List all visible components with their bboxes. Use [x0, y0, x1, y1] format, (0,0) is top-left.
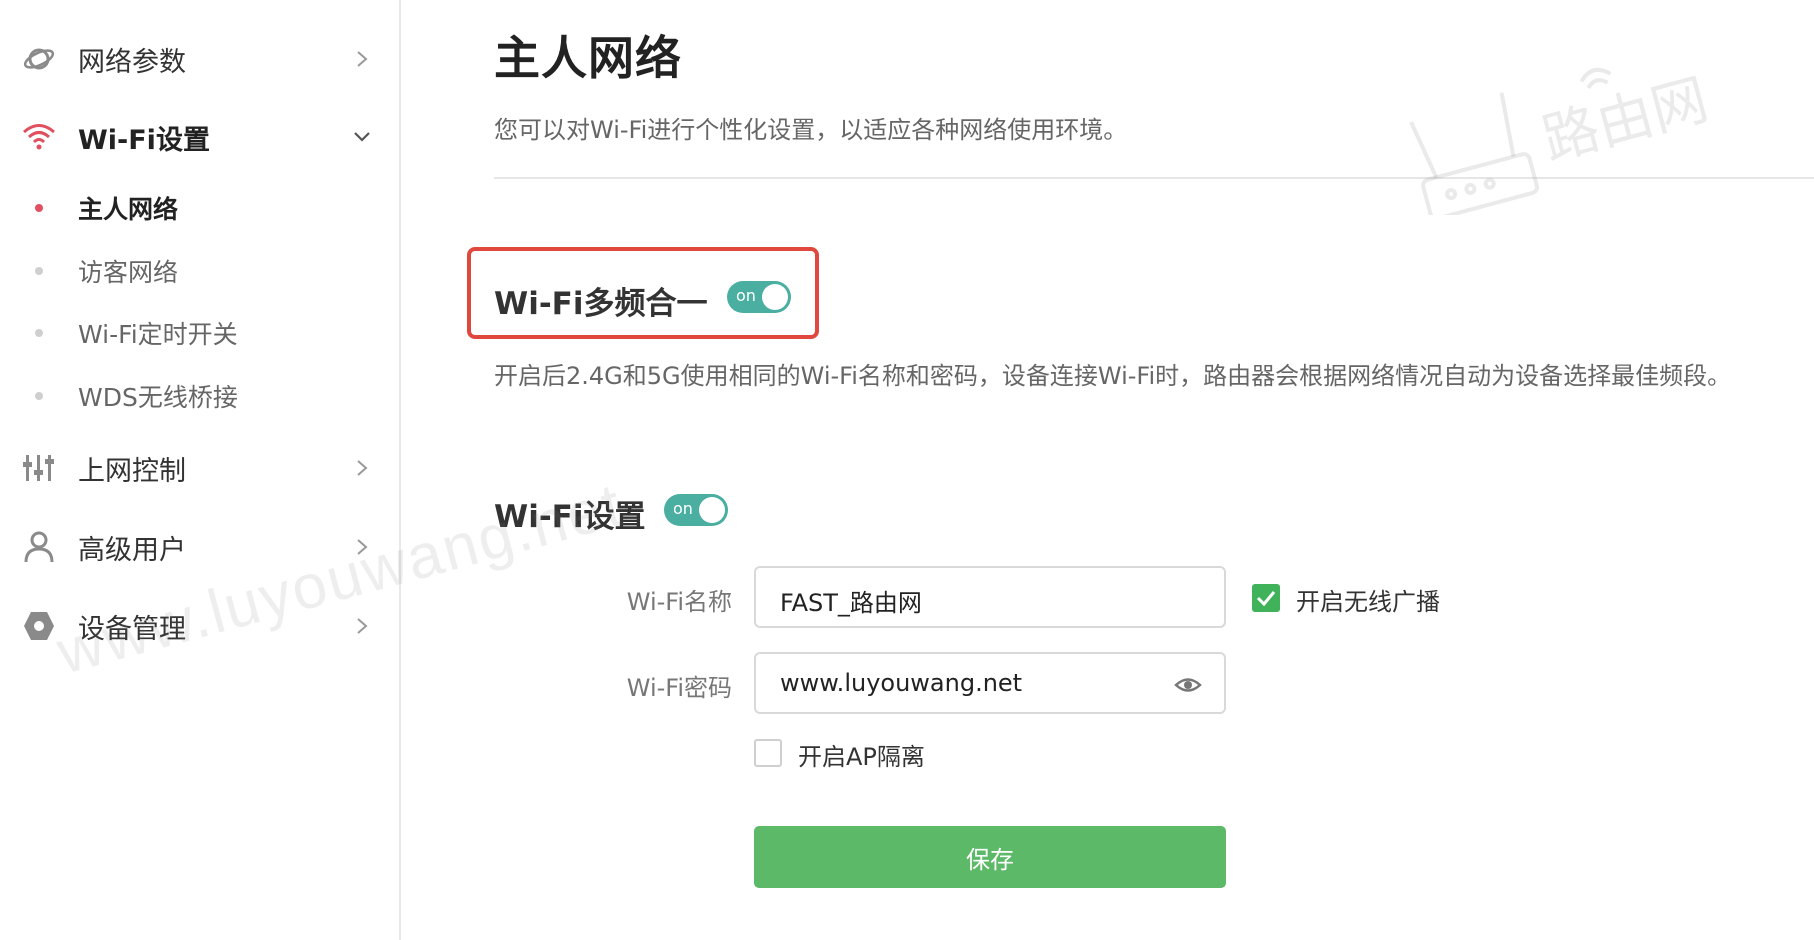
sidebar-subitem-wifi-timer[interactable]: Wi-Fi定时开关	[0, 308, 399, 358]
dot-icon	[35, 329, 43, 337]
dot-icon	[35, 267, 43, 275]
main-content: 主人网络 您可以对Wi-Fi进行个性化设置，以适应各种网络使用环境。 Wi-Fi…	[401, 0, 1814, 940]
sidebar-item-device-management[interactable]: 设备管理	[0, 596, 399, 656]
wifi-password-input[interactable]: www.luyouwang.net	[754, 652, 1226, 714]
sidebar-item-label: 网络参数	[78, 46, 186, 78]
toggle-knob	[699, 497, 725, 523]
page-description: 您可以对Wi-Fi进行个性化设置，以适应各种网络使用环境。	[494, 116, 1128, 144]
broadcast-label[interactable]: 开启无线广播	[1296, 582, 1440, 617]
sidebar-item-wifi-settings[interactable]: Wi-Fi设置	[0, 107, 399, 167]
eye-icon[interactable]	[1174, 671, 1202, 699]
toggle-text: on	[673, 499, 693, 518]
sliders-icon	[20, 449, 58, 487]
hexagon-icon	[20, 607, 58, 645]
sidebar-subitem-wds-bridge[interactable]: WDS无线桥接	[0, 371, 399, 421]
sidebar-item-label: 设备管理	[78, 613, 186, 645]
wifi-password-value: www.luyouwang.net	[780, 669, 1023, 697]
sidebar-subitem-owner-network[interactable]: 主人网络	[0, 183, 399, 233]
sidebar: 网络参数 Wi-Fi设置 主人网络 访客网络 Wi-Fi定时开关 WDS无线桥接…	[0, 0, 401, 940]
sidebar-subitem-label: Wi-Fi定时开关	[78, 320, 238, 349]
sidebar-item-network-params[interactable]: 网络参数	[0, 29, 399, 89]
toggle-knob	[762, 284, 788, 310]
sidebar-subitem-label: WDS无线桥接	[78, 383, 238, 412]
multiband-toggle[interactable]: on	[727, 281, 791, 313]
multiband-title: Wi-Fi多频合一	[494, 286, 708, 322]
ap-isolation-checkbox[interactable]	[754, 739, 782, 767]
sidebar-item-internet-control[interactable]: 上网控制	[0, 438, 399, 498]
wifi-settings-toggle[interactable]: on	[664, 494, 728, 526]
toggle-text: on	[736, 286, 756, 305]
chevron-right-icon	[350, 47, 374, 71]
wifi-name-label: Wi-Fi名称	[626, 588, 732, 616]
chevron-right-icon	[350, 535, 374, 559]
planet-icon	[20, 40, 58, 78]
divider	[494, 177, 1814, 179]
check-icon	[1256, 591, 1276, 607]
chevron-right-icon	[350, 614, 374, 638]
wifi-settings-title: Wi-Fi设置	[494, 499, 646, 535]
broadcast-checkbox[interactable]	[1252, 584, 1280, 612]
user-icon	[20, 528, 58, 566]
sidebar-subitem-label: 主人网络	[78, 195, 179, 224]
sidebar-subitem-guest-network[interactable]: 访客网络	[0, 246, 399, 296]
wifi-name-value: FAST_路由网	[780, 589, 922, 617]
sidebar-subitem-label: 访客网络	[78, 258, 179, 287]
page-title: 主人网络	[494, 31, 682, 85]
chevron-right-icon	[350, 456, 374, 480]
wifi-password-label: Wi-Fi密码	[626, 674, 732, 702]
wifi-name-input[interactable]: FAST_路由网	[754, 566, 1226, 628]
active-dot-icon	[35, 204, 43, 212]
multiband-note: 开启后2.4G和5G使用相同的Wi-Fi名称和密码，设备连接Wi-Fi时，路由器…	[494, 362, 1732, 390]
chevron-down-icon	[350, 125, 374, 149]
ap-isolation-label[interactable]: 开启AP隔离	[798, 737, 925, 772]
sidebar-item-label: 高级用户	[78, 534, 186, 566]
wifi-icon	[20, 118, 58, 156]
sidebar-item-label: 上网控制	[78, 455, 186, 487]
dot-icon	[35, 392, 43, 400]
sidebar-item-label: Wi-Fi设置	[78, 124, 210, 156]
save-button[interactable]: 保存	[754, 826, 1226, 888]
sidebar-item-advanced-user[interactable]: 高级用户	[0, 517, 399, 577]
